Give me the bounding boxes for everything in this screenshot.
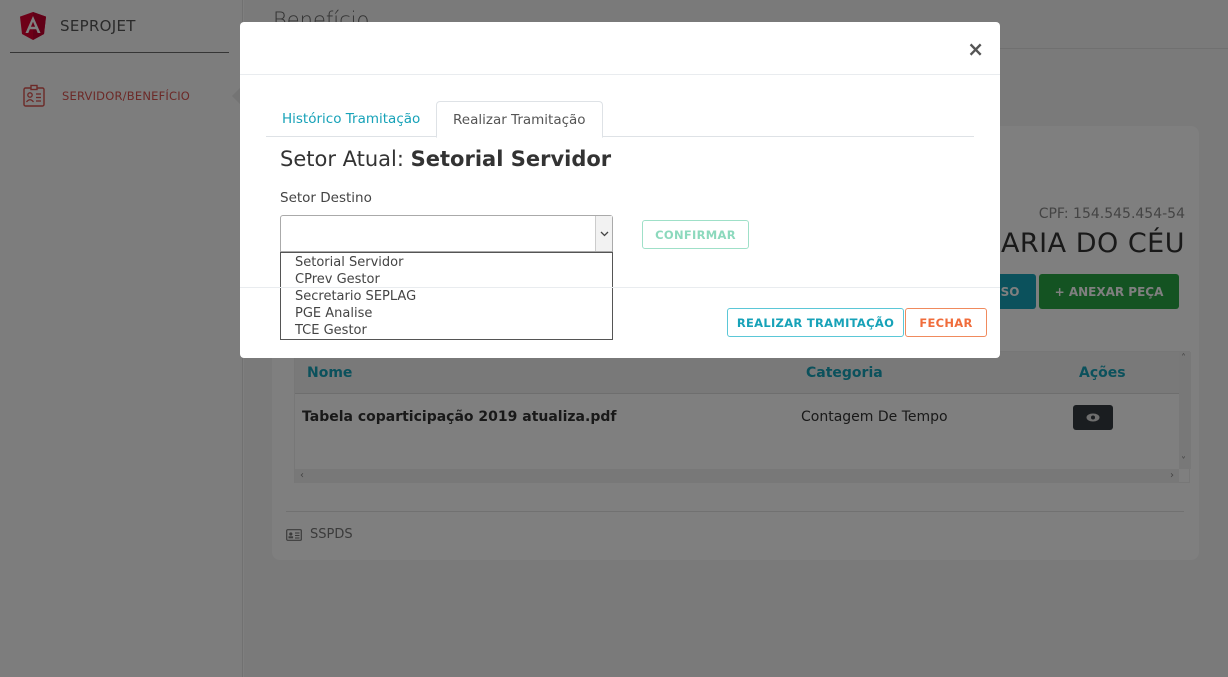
modal-tabs: Histórico Tramitação Realizar Tramitação	[266, 101, 974, 138]
setor-atual-prefix: Setor Atual:	[280, 147, 404, 171]
tab-historico-tramitacao[interactable]: Histórico Tramitação	[266, 101, 436, 137]
tramitacao-modal: × Histórico Tramitação Realizar Tramitaç…	[240, 22, 1000, 358]
setor-atual-value: Setorial Servidor	[410, 147, 612, 171]
setor-destino-label: Setor Destino	[280, 190, 372, 206]
chevron-down-icon[interactable]	[595, 216, 612, 251]
setor-atual-heading: Setor Atual: Setorial Servidor	[280, 147, 611, 171]
modal-header: ×	[240, 22, 1000, 75]
tab-realizar-tramitacao[interactable]: Realizar Tramitação	[436, 101, 603, 138]
realizar-tramitacao-button[interactable]: REALIZAR TRAMITAÇÃO	[727, 308, 904, 337]
modal-footer-divider	[240, 287, 1000, 288]
confirmar-button[interactable]: CONFIRMAR	[642, 220, 749, 249]
close-icon[interactable]: ×	[967, 37, 984, 61]
option-setorial-servidor[interactable]: Setorial Servidor	[281, 254, 612, 271]
option-pge-analise[interactable]: PGE Analise	[281, 305, 612, 322]
setor-destino-options: Setorial Servidor CPrev Gestor Secretari…	[280, 252, 613, 340]
setor-destino-select[interactable]	[280, 215, 613, 252]
option-tce-gestor[interactable]: TCE Gestor	[281, 322, 612, 339]
fechar-button[interactable]: FECHAR	[905, 308, 987, 337]
option-cprev-gestor[interactable]: CPrev Gestor	[281, 271, 612, 288]
option-secretario-seplag[interactable]: Secretario SEPLAG	[281, 288, 612, 305]
